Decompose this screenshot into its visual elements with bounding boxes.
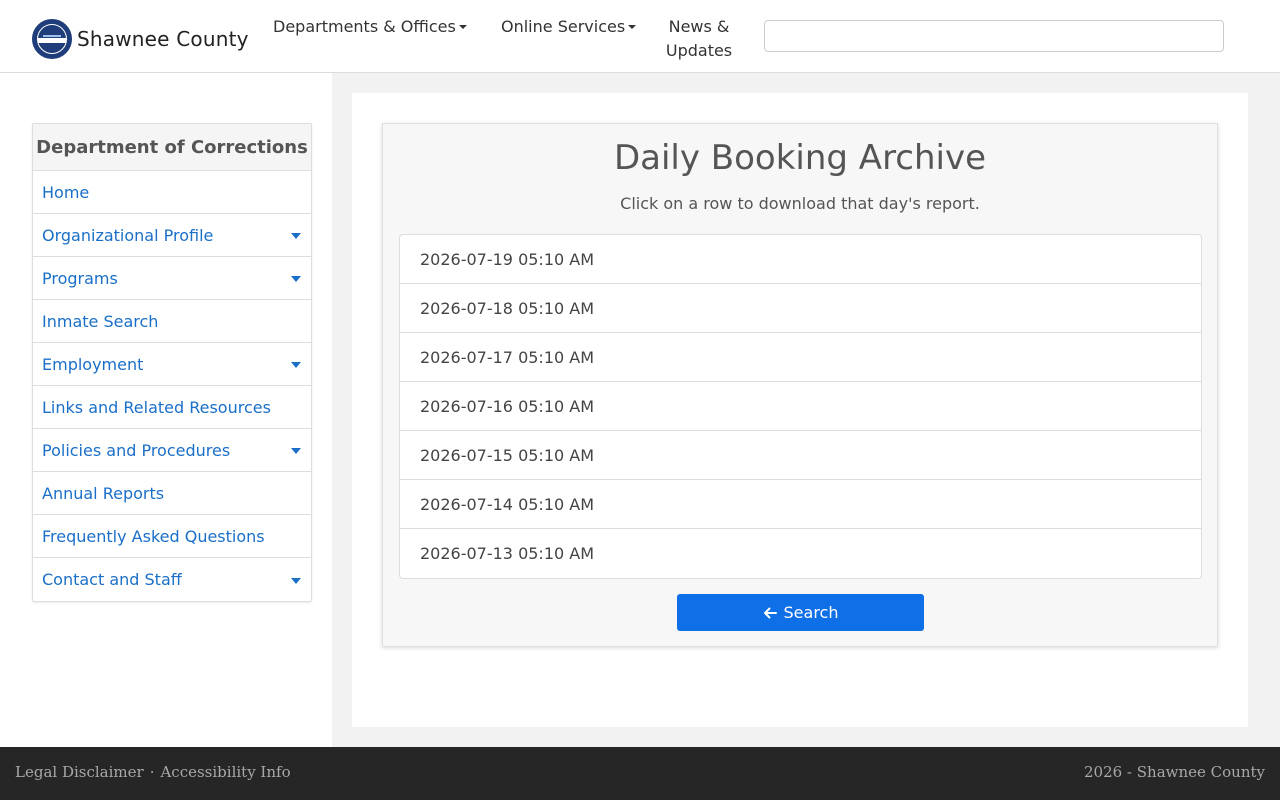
search-button[interactable]: Search: [677, 594, 924, 631]
site-header: Shawnee County Departments & Offices Onl…: [0, 0, 1280, 73]
sidebar-item-label: Contact and Staff: [42, 570, 182, 589]
page-title: Daily Booking Archive: [613, 138, 987, 178]
page-subtitle: Click on a row to download that day's re…: [620, 194, 980, 213]
nav-news-updates[interactable]: News & Updates: [660, 15, 738, 63]
county-seal-icon: [32, 19, 72, 59]
nav-departments-offices[interactable]: Departments & Offices: [273, 15, 467, 39]
sidebar-item-label: Programs: [42, 268, 118, 288]
sidebar-item[interactable]: Inmate Search: [33, 300, 311, 343]
accessibility-info-link[interactable]: Accessibility Info: [160, 763, 290, 781]
report-row[interactable]: 2026-07-17 05:10 AM: [400, 333, 1201, 382]
nav-label: Departments & Offices: [273, 17, 456, 36]
sidebar-item-label: Employment: [42, 354, 144, 374]
sidebar-item-label: Policies and Procedures: [42, 440, 231, 460]
legal-disclaimer-link[interactable]: Legal Disclaimer: [15, 763, 144, 781]
report-row[interactable]: 2026-07-15 05:10 AM: [400, 431, 1201, 480]
nav-label-line2: Updates: [665, 41, 733, 60]
sidebar-item[interactable]: Policies and Procedures: [33, 429, 311, 472]
nav-online-services[interactable]: Online Services: [501, 15, 637, 39]
sidebar-item-label: Annual Reports: [42, 483, 165, 503]
sidebar-item[interactable]: Frequently Asked Questions: [33, 515, 311, 558]
sidebar-item[interactable]: Organizational Profile: [33, 214, 311, 257]
report-list: 2026-07-19 05:10 AM 2026-07-18 05:10 AM 20…: [399, 234, 1202, 579]
submenu-toggle-icon[interactable]: [291, 577, 301, 584]
sidebar-item-label: Organizational Profile: [42, 225, 214, 245]
booking-archive-card: Daily Booking Archive Click on a row to …: [382, 123, 1218, 647]
site-footer: Legal Disclaimer · Accessibility Info 2026…: [0, 747, 1280, 800]
sidebar-item-label: Frequently Asked Questions: [42, 526, 265, 546]
nav-label: Online Services: [501, 17, 626, 36]
sidebar-item-label: Links and Related Resources: [42, 397, 271, 417]
report-row[interactable]: 2026-07-16 05:10 AM: [400, 382, 1201, 431]
caret-down-icon: [458, 24, 467, 29]
sidebar-item[interactable]: Programs: [33, 257, 311, 300]
site-search-input[interactable]: [764, 20, 1224, 52]
report-row[interactable]: 2026-07-13 05:10 AM: [400, 529, 1201, 578]
department-sidebar: Department of Corrections Home Organizati…: [32, 123, 312, 602]
arrow-left-icon: [763, 607, 777, 618]
report-row[interactable]: 2026-07-18 05:10 AM: [400, 284, 1201, 333]
footer-separator: ·: [149, 763, 155, 781]
submenu-toggle-icon[interactable]: [291, 448, 301, 454]
brand-name: Shawnee County: [77, 27, 249, 51]
submenu-toggle-icon[interactable]: [291, 276, 301, 282]
sidebar-item[interactable]: Links and Related Resources: [33, 386, 311, 429]
report-row[interactable]: 2026-07-19 05:10 AM: [400, 235, 1201, 284]
nav-label-line1: News &: [668, 17, 730, 36]
footer-copyright: 2026 - Shawnee County: [1083, 763, 1265, 781]
sidebar-item-label: Inmate Search: [42, 311, 159, 331]
sidebar-title: Department of Corrections: [33, 124, 311, 171]
sidebar-item[interactable]: Contact and Staff: [33, 558, 311, 601]
brand-link[interactable]: Shawnee County: [32, 19, 249, 59]
sidebar-item[interactable]: Employment: [33, 343, 311, 386]
sidebar-item[interactable]: Annual Reports: [33, 472, 311, 515]
sidebar-item-label: Home: [42, 182, 90, 202]
submenu-toggle-icon[interactable]: [291, 233, 301, 239]
sidebar-item[interactable]: Home: [33, 171, 311, 214]
report-row[interactable]: 2026-07-14 05:10 AM: [400, 480, 1201, 529]
caret-down-icon: [628, 24, 637, 29]
search-button-label: Search: [783, 603, 839, 622]
submenu-toggle-icon[interactable]: [291, 362, 301, 368]
